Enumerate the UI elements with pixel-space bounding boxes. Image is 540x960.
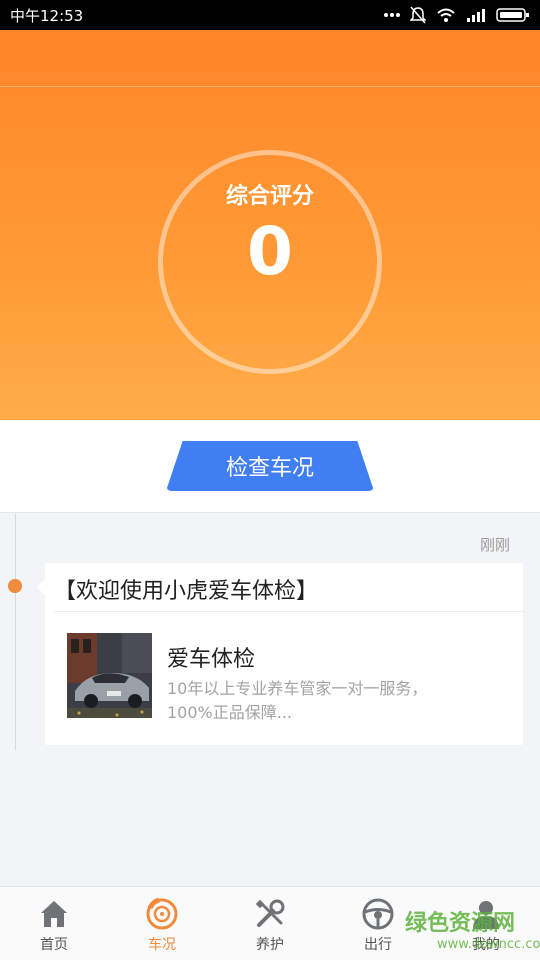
score-label: 综合评分 xyxy=(225,184,314,209)
tab-travel-label: 出行 xyxy=(364,937,392,953)
watermark-url: www.downcc.com xyxy=(437,937,540,952)
timeline-dot xyxy=(8,579,22,593)
wifi-icon xyxy=(436,7,456,23)
tab-car-status[interactable]: 车况 xyxy=(108,887,216,960)
card-heading: 爱车体检 xyxy=(167,647,256,672)
tab-home[interactable]: 首页 xyxy=(0,887,108,960)
message-card[interactable]: 【欢迎使用小虎爱车体检】 爱车体检 10年以上专业养车管家一对一服务，100%正… xyxy=(45,563,523,745)
steering-wheel-icon xyxy=(362,898,394,930)
card-title: 【欢迎使用小虎爱车体检】 xyxy=(54,579,319,604)
tab-home-label: 首页 xyxy=(40,937,68,953)
card-divider xyxy=(54,611,523,612)
home-icon xyxy=(41,901,67,927)
check-car-button[interactable]: 检查车况 xyxy=(166,441,374,491)
timeline-time: 刚刚 xyxy=(479,536,510,554)
tab-maintenance-label: 养护 xyxy=(256,937,284,953)
status-icons xyxy=(384,6,530,24)
score-panel: 综合评分 0 xyxy=(0,30,540,420)
card-description: 10年以上专业养车管家一对一服务，100%正品保障... xyxy=(167,679,428,722)
watermark: 绿色资源网 www.downcc.com xyxy=(405,905,540,952)
signal-icon xyxy=(466,8,486,22)
tab-car-status-label: 车况 xyxy=(148,937,176,953)
mute-icon xyxy=(410,6,426,24)
battery-icon xyxy=(496,7,530,23)
tools-icon xyxy=(255,899,285,927)
more-dots-icon xyxy=(384,12,400,18)
car-photo xyxy=(67,633,152,718)
action-area: 检查车况 xyxy=(0,420,540,513)
status-time: 中午12:53 xyxy=(10,6,84,25)
watermark-main: 绿色资源网 xyxy=(405,911,516,936)
status-bar: 中午12:53 xyxy=(0,0,540,30)
brake-disc-icon xyxy=(146,897,178,930)
timeline-line xyxy=(15,514,16,750)
score-value: 0 xyxy=(247,213,293,290)
tab-maintenance[interactable]: 养护 xyxy=(216,887,324,960)
header-divider xyxy=(0,86,540,87)
